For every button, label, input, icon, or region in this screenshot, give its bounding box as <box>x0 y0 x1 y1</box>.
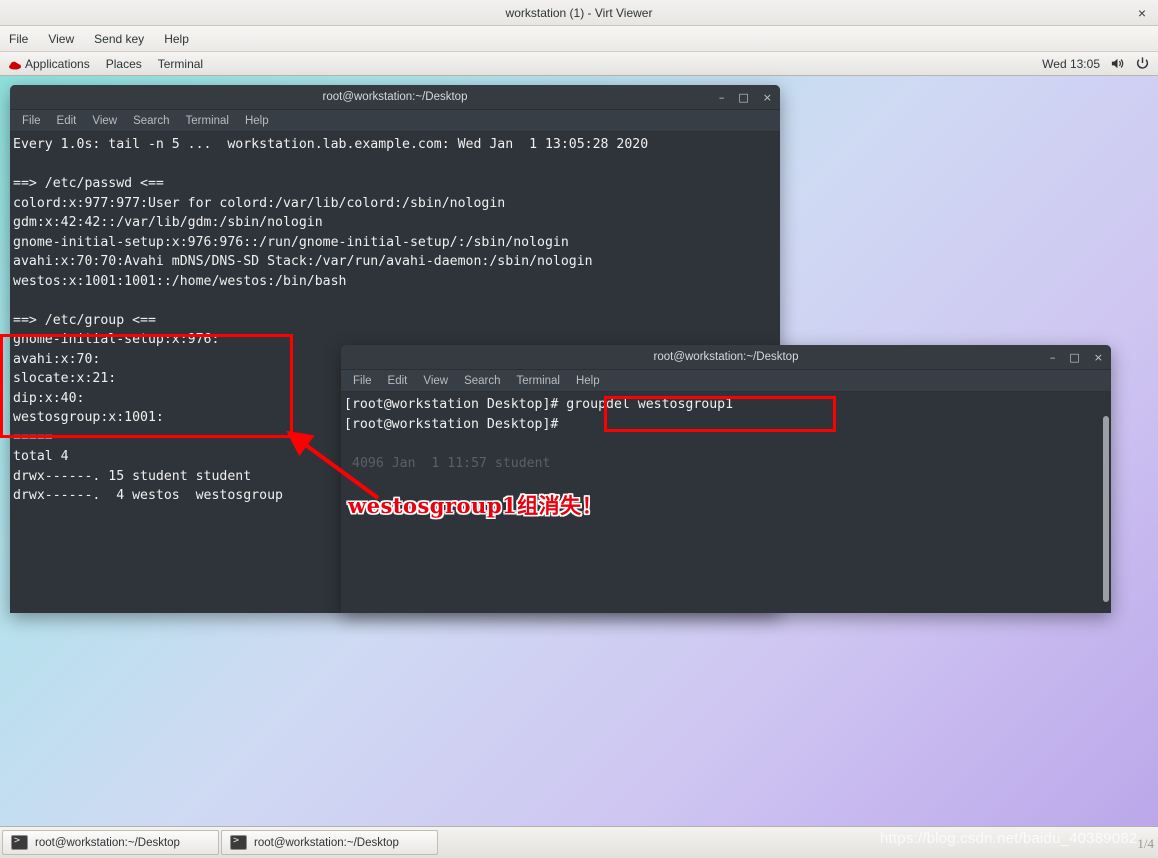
terminal-line: [root@workstation Desktop]# groupdel wes… <box>344 397 734 412</box>
virt-viewer-titlebar: workstation (1) - Virt Viewer × <box>0 0 1158 26</box>
terminal-two-menubar: File Edit View Search Terminal Help <box>341 370 1111 392</box>
applications-label: Applications <box>25 56 90 71</box>
terminal-two-titlebar: root@workstation:~/Desktop – □ × <box>341 345 1111 370</box>
maximize-icon[interactable]: □ <box>738 92 748 103</box>
annotation-note: westosgroup1组消失！ <box>348 493 604 518</box>
menu-item-help[interactable]: Help <box>576 375 600 387</box>
menu-item-file[interactable]: File <box>6 30 31 48</box>
menu-item-file[interactable]: File <box>353 375 372 387</box>
terminal-line: ==> /etc/group <== <box>13 312 156 328</box>
menu-item-edit[interactable]: Edit <box>57 115 77 127</box>
taskbar: root@workstation:~/Desktop root@workstat… <box>0 826 1158 858</box>
menu-item-search[interactable]: Search <box>133 115 169 127</box>
terminal-line: gnome-initial-setup:x:976:976::/run/gnom… <box>13 234 569 250</box>
scrollbar-thumb[interactable] <box>1103 416 1109 602</box>
terminal-obscured-line: 4096 Jan 1 11:57 student <box>352 455 551 471</box>
minimize-icon[interactable]: – <box>719 92 725 103</box>
terminal-icon <box>230 835 247 850</box>
virt-viewer-menubar: File View Send key Help <box>0 26 1158 52</box>
terminal-one-title: root@workstation:~/Desktop <box>322 91 468 103</box>
virt-viewer-title: workstation (1) - Virt Viewer <box>505 5 653 20</box>
terminal-two-window-buttons: – □ × <box>1050 345 1103 370</box>
gnome-top-panel: Applications Places Terminal Wed 13:05 <box>0 52 1158 76</box>
places-menu[interactable]: Places <box>106 57 142 71</box>
power-icon[interactable] <box>1135 56 1150 71</box>
terminal-line: gdm:x:42:42::/var/lib/gdm:/sbin/nologin <box>13 215 323 230</box>
terminal-line: [root@workstation Desktop]# <box>344 416 559 432</box>
terminal-line: avahi:x:70:70:Avahi mDNS/DNS-SD Stack:/v… <box>13 254 593 269</box>
close-icon[interactable]: × <box>1134 6 1150 20</box>
terminal-one-titlebar: root@workstation:~/Desktop – □ × <box>10 85 780 110</box>
panel-right-group: Wed 13:05 <box>1042 56 1150 71</box>
terminal-icon <box>11 835 28 850</box>
terminal-line: ==> /etc/passwd <== <box>13 176 164 191</box>
terminal-line: colord:x:977:977:User for colord:/var/li… <box>13 195 506 211</box>
menu-item-send-key[interactable]: Send key <box>91 30 147 48</box>
taskbar-item-label: root@workstation:~/Desktop <box>254 836 399 849</box>
terminal-line: westos:x:1001:1001::/home/westos:/bin/ba… <box>13 273 347 289</box>
close-icon[interactable]: × <box>763 92 772 103</box>
terminal-one-menubar: File Edit View Search Terminal Help <box>10 110 780 132</box>
menu-item-view[interactable]: View <box>92 115 117 127</box>
terminal-menu[interactable]: Terminal <box>158 57 203 71</box>
volume-icon[interactable] <box>1110 56 1125 71</box>
terminal-two-title: root@workstation:~/Desktop <box>653 351 799 363</box>
clock[interactable]: Wed 13:05 <box>1042 57 1100 71</box>
minimize-icon[interactable]: – <box>1050 352 1056 363</box>
menu-item-view[interactable]: View <box>423 375 448 387</box>
screen: workstation (1) - Virt Viewer × File Vie… <box>0 0 1158 858</box>
menu-item-file[interactable]: File <box>22 115 41 127</box>
page-number: 1/4 <box>1137 836 1154 851</box>
terminal-one-window-buttons: – □ × <box>719 85 772 110</box>
menu-item-help[interactable]: Help <box>161 30 192 48</box>
menu-item-view[interactable]: View <box>45 30 77 48</box>
terminal-window-two[interactable]: root@workstation:~/Desktop – □ × File Ed… <box>341 345 1111 613</box>
menu-item-help[interactable]: Help <box>245 115 269 127</box>
taskbar-item-terminal-two[interactable]: root@workstation:~/Desktop <box>221 830 438 855</box>
menu-item-edit[interactable]: Edit <box>388 375 408 387</box>
terminal-line: Every 1.0s: tail -n 5 ... workstation.la… <box>13 137 649 152</box>
redhat-logo-icon <box>8 58 22 70</box>
close-icon[interactable]: × <box>1094 352 1103 363</box>
terminal-two-scrollbar[interactable] <box>1101 392 1111 613</box>
applications-menu[interactable]: Applications <box>8 57 90 71</box>
panel-left-group: Applications Places Terminal <box>8 57 203 71</box>
taskbar-item-label: root@workstation:~/Desktop <box>35 836 180 849</box>
menu-item-terminal[interactable]: Terminal <box>517 375 560 387</box>
maximize-icon[interactable]: □ <box>1069 352 1079 363</box>
menu-item-terminal[interactable]: Terminal <box>186 115 229 127</box>
taskbar-item-terminal-one[interactable]: root@workstation:~/Desktop <box>2 830 219 855</box>
menu-item-search[interactable]: Search <box>464 375 500 387</box>
